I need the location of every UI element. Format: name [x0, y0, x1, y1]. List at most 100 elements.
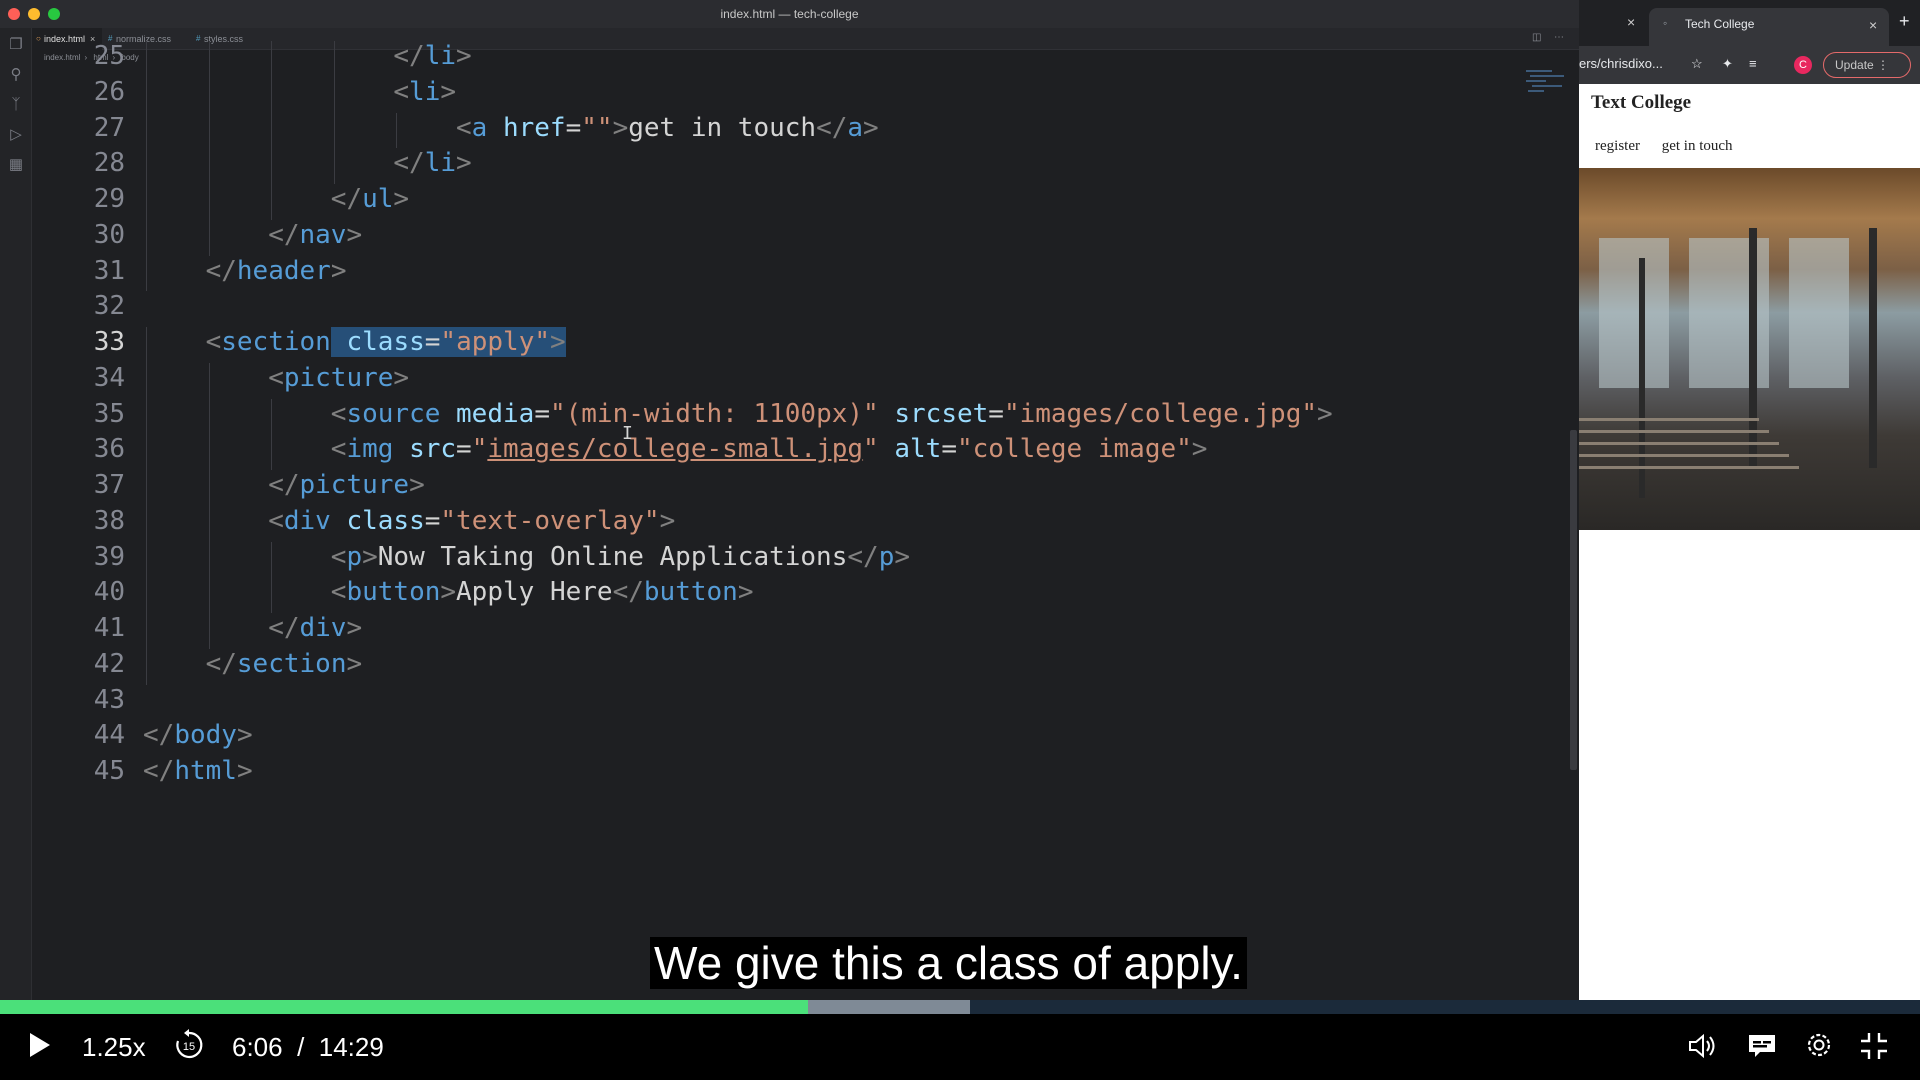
video-progress-bar[interactable]	[0, 1000, 1920, 1014]
indent-guide	[146, 148, 147, 184]
exit-fullscreen-icon[interactable]	[1858, 1030, 1890, 1062]
indent-guide	[146, 648, 147, 685]
code-editor-window: index.html — tech-college ❐ ⚲ ᛉ ▷ ▦ ○ in…	[0, 0, 1579, 1000]
indent-guide	[146, 613, 147, 649]
line-number: 38	[93, 505, 125, 536]
indent-guide	[271, 398, 273, 435]
search-icon[interactable]: ⚲	[7, 66, 25, 84]
indent-guide	[208, 184, 210, 220]
line-number: 27	[93, 112, 125, 143]
indent-guide	[146, 505, 147, 542]
line-number: 25	[93, 41, 125, 71]
indent-guide	[208, 398, 210, 435]
settings-gear-icon[interactable]	[1802, 1028, 1836, 1062]
line-number: 32	[93, 291, 125, 322]
browser-tab-bar: × ◦ Tech College × +	[1579, 0, 1920, 46]
minimap[interactable]	[1524, 66, 1568, 116]
college-hero-image	[1579, 168, 1920, 530]
play-icon[interactable]	[24, 1030, 54, 1060]
code-text: <li>	[393, 76, 457, 107]
code-text: </header>	[205, 255, 347, 286]
code-text: <source media="(min-width: 1100px)" srcs…	[330, 398, 1333, 429]
rewind-seconds: 15	[183, 1041, 195, 1053]
line-number: 43	[93, 684, 125, 715]
globe-icon: ◦	[1663, 16, 1668, 30]
current-time: 6:06	[232, 1032, 283, 1062]
update-label: Update	[1835, 58, 1874, 72]
indent-guide	[146, 219, 147, 256]
window-title: index.html — tech-college	[720, 7, 859, 21]
code-text: <picture>	[268, 362, 410, 393]
line-number: 45	[93, 756, 125, 786]
indent-guide	[208, 613, 210, 649]
nav-link-register[interactable]: register	[1595, 138, 1640, 154]
indent-guide	[333, 112, 335, 149]
nav-link-get-in-touch[interactable]: get in touch	[1662, 138, 1733, 154]
line-number: 36	[93, 434, 125, 465]
code-text: </ul>	[330, 184, 410, 214]
update-button[interactable]: Update ⋮	[1823, 52, 1911, 78]
rewind-15-icon[interactable]: 15	[172, 1028, 206, 1062]
profile-avatar[interactable]: C	[1794, 56, 1812, 74]
time-separator: /	[297, 1032, 305, 1062]
indent-guide	[271, 41, 273, 77]
subtitle-caption: We give this a class of apply.	[650, 937, 1247, 989]
code-area[interactable]: 25 </li> 26 <li> 27 <a href="">get in touch</…	[32, 41, 1572, 1000]
activity-bar: ❐ ⚲ ᛉ ▷ ▦	[0, 28, 32, 1000]
editor-scrollbar[interactable]	[1570, 430, 1577, 770]
code-text: <section class="apply">	[205, 327, 566, 357]
indent-guide	[146, 470, 147, 506]
playback-speed-button[interactable]: 1.25x	[82, 1032, 146, 1063]
indent-guide	[208, 470, 210, 506]
browser-toolbar: ers/chrisdixo... ☆ ✦ ≡ C Update ⋮	[1579, 46, 1920, 84]
code-text: <button>Apply Here</button>	[330, 577, 754, 608]
extensions-puzzle-icon[interactable]: ✦	[1722, 56, 1733, 72]
line-number: 33	[93, 327, 125, 357]
close-tab-icon[interactable]: ×	[1869, 17, 1877, 33]
indent-guide	[333, 148, 335, 184]
line-number: 31	[93, 255, 125, 286]
code-text: </body>	[143, 720, 253, 751]
line-number: 30	[93, 219, 125, 250]
indent-guide	[146, 398, 147, 435]
indent-guide	[208, 219, 210, 256]
indent-guide	[271, 541, 273, 578]
close-tab-icon[interactable]: ×	[1627, 14, 1635, 30]
bookmark-star-icon[interactable]: ☆	[1691, 56, 1703, 72]
menu-kebab-icon: ⋮	[1877, 58, 1890, 72]
video-controls: 1.25x 15 6:06 / 14:29	[0, 1014, 1920, 1080]
files-icon[interactable]: ❐	[7, 36, 25, 54]
code-text: <div class="text-overlay">	[268, 505, 676, 536]
code-text: </li>	[393, 148, 472, 179]
line-number: 35	[93, 398, 125, 429]
line-number: 41	[93, 613, 125, 643]
indent-guide	[333, 76, 335, 113]
volume-icon[interactable]	[1686, 1030, 1718, 1062]
indent-guide	[146, 76, 147, 113]
browser-tab-active[interactable]: ◦ Tech College ×	[1649, 8, 1889, 46]
code-line[interactable]: 45 </html>	[32, 756, 1532, 800]
more-actions-icon[interactable]: ⋯	[1554, 32, 1564, 43]
title-bar: index.html — tech-college	[0, 0, 1579, 28]
code-text: <a href="">get in touch</a>	[456, 112, 879, 143]
browser-window: × ◦ Tech College × + ers/chrisdixo... ☆ …	[1579, 0, 1920, 1000]
run-debug-icon[interactable]: ▷	[7, 126, 25, 144]
reading-list-icon[interactable]: ≡	[1749, 56, 1757, 71]
code-text: </picture>	[268, 470, 425, 500]
indent-guide	[208, 577, 210, 613]
code-text: </section>	[205, 648, 363, 679]
indent-guide	[146, 541, 147, 578]
new-tab-icon[interactable]: +	[1899, 11, 1910, 32]
indent-guide	[146, 184, 147, 220]
indent-guide	[208, 362, 210, 399]
captions-icon[interactable]	[1746, 1030, 1778, 1062]
indent-guide	[208, 541, 210, 578]
split-editor-icon[interactable]: ◫	[1532, 32, 1541, 43]
extensions-icon[interactable]: ▦	[7, 156, 25, 174]
source-control-icon[interactable]: ᛉ	[7, 96, 25, 114]
indent-guide	[271, 184, 273, 220]
address-bar[interactable]: ers/chrisdixo...	[1579, 56, 1663, 71]
indent-guide	[271, 434, 273, 470]
line-number: 42	[93, 648, 125, 679]
code-text: </li>	[393, 41, 472, 71]
